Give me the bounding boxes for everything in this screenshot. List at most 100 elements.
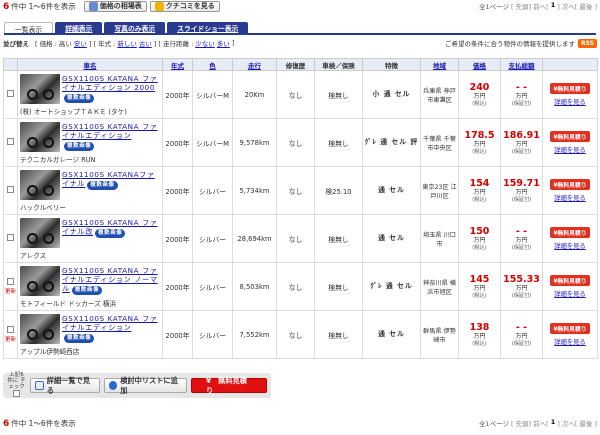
row-select[interactable] bbox=[3, 166, 18, 215]
row-select[interactable] bbox=[3, 214, 18, 263]
total-value: 155.33 bbox=[503, 274, 540, 285]
year-cell: 2000年 bbox=[162, 310, 193, 359]
review-button[interactable]: クチコミを見る bbox=[149, 0, 220, 12]
result-count: 6 件中 1～6件を表示 bbox=[3, 1, 76, 12]
detail-link[interactable]: 詳細を見る bbox=[554, 339, 585, 346]
col-year[interactable]: 年式 bbox=[162, 58, 193, 71]
col-region[interactable]: 地域 bbox=[420, 58, 459, 71]
page-first[interactable]: [ 先頭] bbox=[511, 1, 531, 11]
page-next[interactable]: ] 次へ[ bbox=[557, 418, 577, 428]
repair-cell: なし bbox=[276, 70, 315, 119]
sort-price-low[interactable]: 安い bbox=[74, 38, 87, 48]
region-cell: 埼玉県 川口市 bbox=[420, 214, 459, 263]
row-checkbox[interactable] bbox=[7, 90, 14, 97]
bike-photo[interactable] bbox=[20, 121, 60, 152]
page-prev[interactable]: 前へ[ bbox=[533, 1, 549, 11]
bike-photo[interactable] bbox=[20, 73, 60, 104]
bike-title-link[interactable]: GSX1100S KATANA ファイナルエディション 2000 bbox=[62, 74, 158, 92]
price-cell: 154 万円 (税込) bbox=[458, 166, 501, 215]
region-cell: 兵庫県 神戸市東灘区 bbox=[420, 70, 459, 119]
estimate-button[interactable]: ¥無料見積り bbox=[550, 275, 590, 286]
row-checkbox[interactable] bbox=[7, 186, 14, 193]
detail-link[interactable]: 詳細を見る bbox=[554, 195, 585, 202]
col-mileage[interactable]: 走行 bbox=[232, 58, 277, 71]
page-prev[interactable]: 前へ[ bbox=[533, 418, 549, 428]
check-all[interactable]: 上記6件に チェック bbox=[7, 372, 26, 399]
color-cell: シルバー bbox=[192, 214, 233, 263]
page-current: 1 bbox=[550, 418, 556, 426]
action-cell: ¥無料見積り詳細を見る bbox=[542, 166, 598, 215]
estimate-button[interactable]: ¥無料見積り bbox=[550, 227, 590, 238]
repair-cell: なし bbox=[276, 214, 315, 263]
mileage-cell: 8,503km bbox=[232, 262, 277, 311]
col-repair: 修復歴 bbox=[276, 58, 315, 71]
bike-photo[interactable] bbox=[20, 313, 60, 344]
row-checkbox[interactable] bbox=[7, 138, 14, 145]
feature-icons: 通 セル bbox=[362, 214, 421, 263]
bike-photo[interactable] bbox=[20, 265, 60, 296]
row-select[interactable]: 更新 bbox=[3, 310, 18, 359]
estimate-button[interactable]: ¥無料見積り bbox=[550, 323, 590, 334]
row-checkbox[interactable] bbox=[7, 278, 14, 285]
region-cell: 千葉県 千葉市中央区 bbox=[420, 118, 459, 167]
repair-cell: なし bbox=[276, 118, 315, 167]
color-cell: シルバーM bbox=[192, 70, 233, 119]
col-price[interactable]: 価格 bbox=[458, 58, 501, 71]
name-cell: GSX1100S KATANA ファイナルエディション複数画像 アップル伊勢崎西店 bbox=[17, 310, 163, 359]
multi-image-badge: 複数画像 bbox=[87, 180, 118, 190]
detail-link[interactable]: 詳細を見る bbox=[554, 291, 585, 298]
name-cell: GSX1100S KATANA ファイナルエディション複数画像 テクニカルガレージ… bbox=[17, 118, 163, 167]
estimate-button[interactable]: ¥無料見積り bbox=[550, 83, 590, 94]
inspection-cell: 検無し bbox=[314, 118, 363, 167]
price-value: 138 bbox=[469, 322, 490, 333]
color-cell: シルバーM bbox=[192, 118, 233, 167]
bike-title-link[interactable]: GSX1100S KATANA ファイナルエディション bbox=[62, 314, 158, 332]
name-cell: GSX1100S KATANAファイナル 複数画像 ハックルベリー bbox=[17, 166, 163, 215]
sort-year-new[interactable]: 新しい bbox=[117, 38, 137, 48]
detail-link[interactable]: 詳細を見る bbox=[554, 147, 585, 154]
detail-link[interactable]: 詳細を見る bbox=[554, 243, 585, 250]
row-checkbox[interactable] bbox=[7, 234, 14, 241]
price-cell: 150 万円 (税込) bbox=[458, 214, 501, 263]
color-cell: シルバー bbox=[192, 310, 233, 359]
region-cell: 神奈川県 横浜市旭区 bbox=[420, 262, 459, 311]
total-value: 159.71 bbox=[503, 178, 540, 189]
feature-icons: 通 セル bbox=[362, 310, 421, 359]
add-to-list-button[interactable]: 検討中リストに追加 bbox=[103, 376, 187, 395]
mileage-cell: 28,694km bbox=[232, 214, 277, 263]
notice-text: ご希望の条件に合う物件の情報を提供します bbox=[445, 40, 575, 48]
detail-link[interactable]: 詳細を見る bbox=[554, 99, 585, 106]
price-cell: 240 万円 (税込) bbox=[458, 70, 501, 119]
total-cell: - - 万円 (保証付) bbox=[500, 70, 543, 119]
sort-km-few[interactable]: 少ない bbox=[195, 38, 215, 48]
free-estimate-button[interactable]: ¥ 無料見積り bbox=[190, 376, 267, 395]
row-checkbox[interactable] bbox=[7, 326, 14, 333]
page-last[interactable]: 最後 ] bbox=[579, 1, 597, 11]
market-price-button[interactable]: 価格の相場表 bbox=[83, 0, 147, 12]
col-name[interactable]: 車名 bbox=[17, 58, 163, 71]
check-all-box[interactable] bbox=[13, 390, 21, 397]
col-total[interactable]: 支払総額 bbox=[500, 58, 543, 71]
estimate-button[interactable]: ¥無料見積り bbox=[550, 131, 590, 142]
sort-km-many[interactable]: 多い bbox=[217, 38, 230, 48]
sort-price-high[interactable]: 高い bbox=[59, 38, 72, 48]
bike-photo[interactable] bbox=[20, 169, 60, 200]
col-color[interactable]: 色 bbox=[192, 58, 233, 71]
bike-photo[interactable] bbox=[20, 217, 60, 248]
result-footer: 6 件中 1～6件を表示 全1ページ [ 先頭] 前へ[ 1 ] 次へ[ 最後 ] bbox=[3, 417, 597, 429]
repair-cell: なし bbox=[276, 166, 315, 215]
page-next[interactable]: ] 次へ[ bbox=[557, 1, 577, 11]
page-last[interactable]: 最後 ] bbox=[579, 418, 597, 428]
row-select[interactable] bbox=[3, 118, 18, 167]
rss-button[interactable]: RSS bbox=[578, 38, 597, 48]
estimate-button[interactable]: ¥無料見積り bbox=[550, 179, 590, 190]
row-select[interactable] bbox=[3, 70, 18, 119]
multi-image-badge: 複数画像 bbox=[64, 141, 95, 151]
sort-year-old[interactable]: 古い bbox=[139, 38, 152, 48]
inspection-cell: 検無し bbox=[314, 70, 363, 119]
total-value: - - bbox=[515, 322, 528, 333]
row-select[interactable]: 更新 bbox=[3, 262, 18, 311]
detail-list-button[interactable]: 詳細一覧で見る bbox=[30, 376, 100, 395]
bike-title-link[interactable]: GSX1100S KATANA ファイナルエディション bbox=[62, 122, 158, 140]
page-first[interactable]: [ 先頭] bbox=[511, 418, 531, 428]
